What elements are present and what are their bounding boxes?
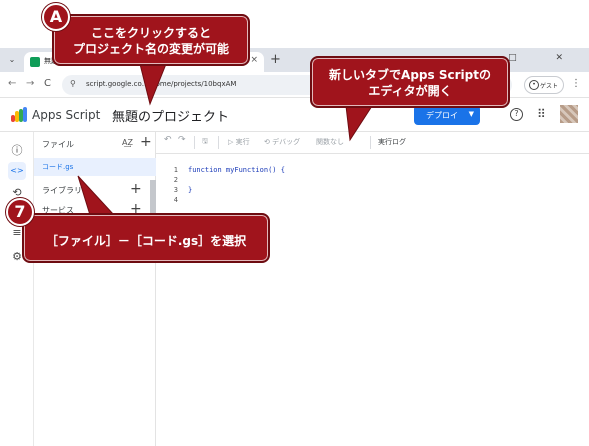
browser-menu-icon[interactable]: ⋮ — [571, 78, 581, 89]
screenshot: ⌄ 無題 × + – □ ✕ ← → C ⚲ script.google.co…… — [0, 0, 589, 446]
callout-rename-project: ここをクリックすると プロジェクト名の変更が可能 — [52, 14, 250, 66]
overview-icon[interactable]: ⓘ — [8, 142, 26, 160]
callout-step-text: ［ファイル］－［コード.gs］を選択 — [45, 234, 247, 248]
profile-icon: • — [529, 80, 539, 90]
url-text: script.google.co…/home/projects/10bqxAM — [86, 80, 237, 88]
toolbar-divider — [218, 136, 219, 149]
line-number: 4 — [173, 196, 178, 204]
guest-label: ゲスト — [540, 83, 559, 90]
google-apps-icon[interactable]: ⠿ — [537, 107, 546, 121]
editor-toolbar: ↶ ↷ 🖫 ▷ 実行 ⟲ デバッグ 関数なし 実行ログ — [156, 132, 589, 154]
site-info-icon[interactable]: ⚲ — [70, 79, 76, 88]
editor-icon[interactable]: <> — [8, 162, 26, 180]
help-icon[interactable]: ? — [510, 108, 523, 121]
toolbar-divider — [370, 136, 371, 149]
callout-a-badge: A — [42, 3, 70, 31]
apps-script-logo-icon[interactable] — [10, 107, 28, 123]
code-line[interactable]: } — [188, 186, 285, 196]
tab-list-button[interactable]: ⌄ — [6, 54, 18, 66]
caret-down-icon: ▼ — [468, 110, 474, 118]
line-number: 3 — [173, 186, 178, 194]
save-icon[interactable]: 🖫 — [202, 137, 208, 148]
forward-icon[interactable]: → — [26, 78, 34, 89]
code-lines[interactable]: function myFunction() { } — [188, 166, 285, 206]
back-icon[interactable]: ← — [8, 78, 16, 89]
callout-a-line2: プロジェクト名の変更が可能 — [72, 42, 229, 56]
avatar[interactable] — [560, 105, 578, 123]
deploy-button[interactable]: デプロイ ▼ — [414, 105, 480, 125]
function-select[interactable]: 関数なし — [316, 137, 344, 147]
step-badge: 7 — [6, 198, 34, 226]
code-line[interactable]: function myFunction() { — [188, 166, 285, 176]
file-name: コード.gs — [42, 163, 74, 171]
apps-script-favicon-icon — [30, 57, 40, 67]
add-library-button[interactable]: + — [130, 181, 142, 197]
line-number: 1 — [173, 166, 178, 174]
callout-b-line2: エディタが開く — [368, 84, 452, 98]
files-heading: ファイル — [42, 140, 74, 149]
callout-b-line1: 新しいタブでApps Scriptの — [329, 68, 491, 82]
code-line[interactable] — [188, 196, 285, 206]
toolbar-divider — [194, 136, 195, 149]
code-editor[interactable]: 1 2 3 4 function myFunction() { } — [156, 154, 589, 446]
libraries-heading: ライブラリ — [42, 186, 82, 195]
brand-name: Apps Script — [32, 108, 101, 122]
deploy-label: デプロイ — [426, 111, 458, 120]
files-pane: ファイル A͢Z + コード.gs ライブラリ + サービス + — [34, 132, 156, 446]
code-line[interactable] — [188, 176, 285, 186]
execution-log-button[interactable]: 実行ログ — [378, 137, 406, 147]
tab-close-icon[interactable]: × — [250, 55, 258, 65]
undo-icon[interactable]: ↶ — [164, 135, 172, 145]
line-numbers: 1 2 3 4 — [156, 166, 178, 206]
callout-select-file: ［ファイル］－［コード.gs］を選択 — [22, 213, 270, 263]
new-tab-button[interactable]: + — [270, 52, 281, 67]
left-rail: ⓘ <> ⟲ ≡ ⚙ — [0, 132, 34, 446]
project-name[interactable]: 無題のプロジェクト — [112, 106, 229, 125]
reload-icon[interactable]: C — [44, 78, 51, 89]
callout-new-tab: 新しいタブでApps Scriptの エディタが開く — [310, 56, 510, 108]
redo-icon[interactable]: ↷ — [178, 135, 186, 145]
guest-profile-button[interactable]: • ゲスト — [524, 76, 564, 94]
debug-button[interactable]: ⟲ デバッグ — [264, 137, 300, 147]
callout-a-line1: ここをクリックすると — [90, 26, 211, 40]
line-number: 2 — [173, 176, 178, 184]
add-file-button[interactable]: + — [140, 134, 152, 150]
sort-az-icon[interactable]: A͢Z — [122, 138, 133, 147]
file-item-code-gs[interactable]: コード.gs — [34, 158, 156, 176]
run-button[interactable]: ▷ 実行 — [228, 137, 250, 147]
